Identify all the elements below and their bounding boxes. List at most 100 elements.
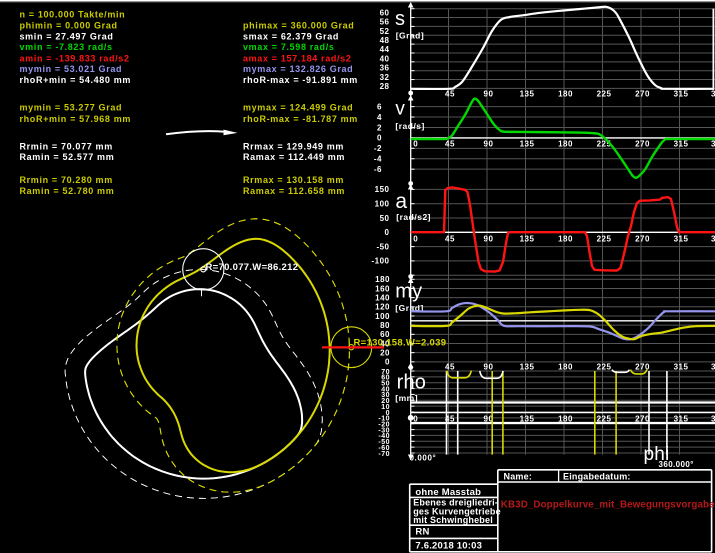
svg-text:v: v	[395, 99, 405, 120]
svg-text:360.000°: 360.000°	[659, 460, 694, 469]
svg-text:135: 135	[520, 90, 535, 99]
svg-text:225: 225	[597, 90, 612, 99]
svg-text:R=70.077.W=86.212: R=70.077.W=86.212	[206, 262, 299, 273]
svg-text:-70: -70	[378, 451, 390, 458]
svg-text:315: 315	[674, 363, 689, 372]
svg-text:n = 100.000 Takte/min: n = 100.000 Takte/min	[20, 9, 126, 19]
svg-text:20: 20	[380, 348, 390, 357]
svg-text:-6: -6	[374, 165, 382, 174]
svg-text:Rrmax = 130.158 mm: Rrmax = 130.158 mm	[243, 175, 344, 185]
svg-text:135: 135	[520, 234, 535, 243]
svg-text:smax = 62.379 Grad: smax = 62.379 Grad	[243, 32, 339, 42]
svg-text:mymax = 132.826 Grad: mymax = 132.826 Grad	[243, 64, 353, 74]
svg-text:Rrmin = 70.077 mm: Rrmin = 70.077 mm	[20, 141, 113, 151]
svg-text:315: 315	[674, 234, 689, 243]
svg-text:0.000°: 0.000°	[410, 453, 437, 462]
svg-text:48: 48	[380, 36, 390, 45]
svg-text:mit Schwinghebel: mit Schwinghebel	[413, 515, 493, 525]
svg-text:52: 52	[380, 27, 390, 36]
svg-text:3: 3	[711, 139, 715, 148]
svg-text:270: 270	[635, 234, 650, 243]
svg-text:32: 32	[380, 73, 390, 82]
svg-text:180: 180	[558, 90, 573, 99]
svg-text:150: 150	[375, 185, 390, 194]
svg-text:45: 45	[445, 139, 455, 148]
svg-text:270: 270	[635, 90, 650, 99]
svg-text:phimax = 360.000 Grad: phimax = 360.000 Grad	[243, 21, 354, 31]
svg-text:rho: rho	[397, 372, 427, 394]
svg-text:ohne Masstab: ohne Masstab	[415, 487, 481, 498]
svg-text:vmax = 7.598 rad/s: vmax = 7.598 rad/s	[243, 42, 335, 52]
svg-text:vmin = -7.823 rad/s: vmin = -7.823 rad/s	[20, 42, 113, 52]
svg-text:Ramax = 112.658 mm: Ramax = 112.658 mm	[243, 186, 345, 196]
svg-text:100: 100	[375, 200, 390, 209]
svg-text:0: 0	[377, 134, 382, 143]
svg-text:270: 270	[635, 363, 650, 372]
svg-text:45: 45	[445, 234, 455, 243]
svg-text:180: 180	[375, 275, 390, 284]
svg-text:KB3D_Doppelkurve_mit_Bewegungs: KB3D_Doppelkurve_mit_Bewegungsvorgabe	[501, 499, 715, 510]
svg-text:180: 180	[558, 139, 573, 148]
svg-text:[Grad]: [Grad]	[396, 31, 425, 41]
svg-text:120: 120	[375, 303, 390, 312]
svg-text:3: 3	[711, 363, 715, 372]
svg-text:3: 3	[711, 414, 715, 423]
svg-text:140: 140	[375, 293, 390, 302]
svg-text:my: my	[395, 281, 422, 303]
svg-text:160: 160	[375, 284, 390, 293]
svg-text:Ramax = 112.449 mm: Ramax = 112.449 mm	[243, 152, 345, 162]
svg-text:60: 60	[380, 8, 390, 17]
svg-text:-2: -2	[374, 144, 382, 153]
svg-text:a: a	[395, 190, 407, 213]
svg-text:80: 80	[380, 321, 390, 330]
svg-text:[mm]: [mm]	[395, 393, 418, 403]
svg-text:90: 90	[484, 90, 494, 99]
svg-text:28: 28	[380, 82, 390, 91]
svg-text:-4: -4	[374, 155, 382, 164]
svg-text:3: 3	[711, 90, 715, 99]
svg-text:90: 90	[484, 363, 494, 372]
svg-text:R=130.158.W=2.039: R=130.158.W=2.039	[354, 337, 447, 348]
svg-text:s: s	[395, 8, 405, 30]
svg-text:40: 40	[380, 54, 390, 63]
svg-text:180: 180	[558, 414, 573, 423]
svg-text:56: 56	[380, 18, 390, 27]
svg-text:44: 44	[380, 45, 390, 54]
svg-text:7.6.2018 10:03: 7.6.2018 10:03	[415, 541, 482, 552]
svg-text:225: 225	[597, 414, 612, 423]
svg-text:270: 270	[635, 139, 650, 148]
svg-text:45: 45	[445, 90, 455, 99]
svg-text:135: 135	[520, 139, 535, 148]
svg-text:Rrmin = 70.280 mm: Rrmin = 70.280 mm	[20, 175, 113, 185]
svg-text:135: 135	[520, 414, 535, 423]
svg-text:90: 90	[484, 234, 494, 243]
svg-text:smin = 27.497 Grad: smin = 27.497 Grad	[20, 32, 114, 42]
svg-text:0: 0	[413, 414, 418, 423]
svg-text:4: 4	[377, 113, 382, 122]
svg-text:315: 315	[674, 139, 689, 148]
svg-text:0: 0	[385, 228, 390, 237]
svg-text:2: 2	[377, 123, 382, 132]
svg-text:90: 90	[484, 139, 494, 148]
svg-text:rhoR+min = 57.968 mm: rhoR+min = 57.968 mm	[20, 114, 132, 124]
svg-text:36: 36	[380, 64, 390, 73]
svg-text:225: 225	[597, 234, 612, 243]
svg-text:270: 270	[635, 414, 650, 423]
svg-text:315: 315	[674, 90, 689, 99]
svg-text:0: 0	[385, 358, 390, 367]
svg-text:Ramin = 52.577 mm: Ramin = 52.577 mm	[20, 152, 115, 162]
svg-text:amin = -139.833 rad/s2: amin = -139.833 rad/s2	[20, 53, 130, 63]
svg-text:-50: -50	[376, 242, 389, 251]
svg-text:180: 180	[558, 363, 573, 372]
svg-text:Name:: Name:	[504, 472, 533, 482]
svg-text:mymin = 53.021 Grad: mymin = 53.021 Grad	[20, 64, 123, 74]
svg-text:135: 135	[520, 363, 535, 372]
svg-text:45: 45	[445, 363, 455, 372]
svg-text:225: 225	[597, 363, 612, 372]
svg-text:-100: -100	[371, 257, 389, 266]
svg-text:50: 50	[380, 214, 390, 223]
svg-text:rhoR-max = -81.787 mm: rhoR-max = -81.787 mm	[243, 114, 358, 124]
svg-text:rhoR+min = 54.480 mm: rhoR+min = 54.480 mm	[20, 75, 132, 85]
svg-text:rhoR-max = -91.891 mm: rhoR-max = -91.891 mm	[243, 75, 358, 85]
svg-text:6: 6	[377, 102, 382, 111]
